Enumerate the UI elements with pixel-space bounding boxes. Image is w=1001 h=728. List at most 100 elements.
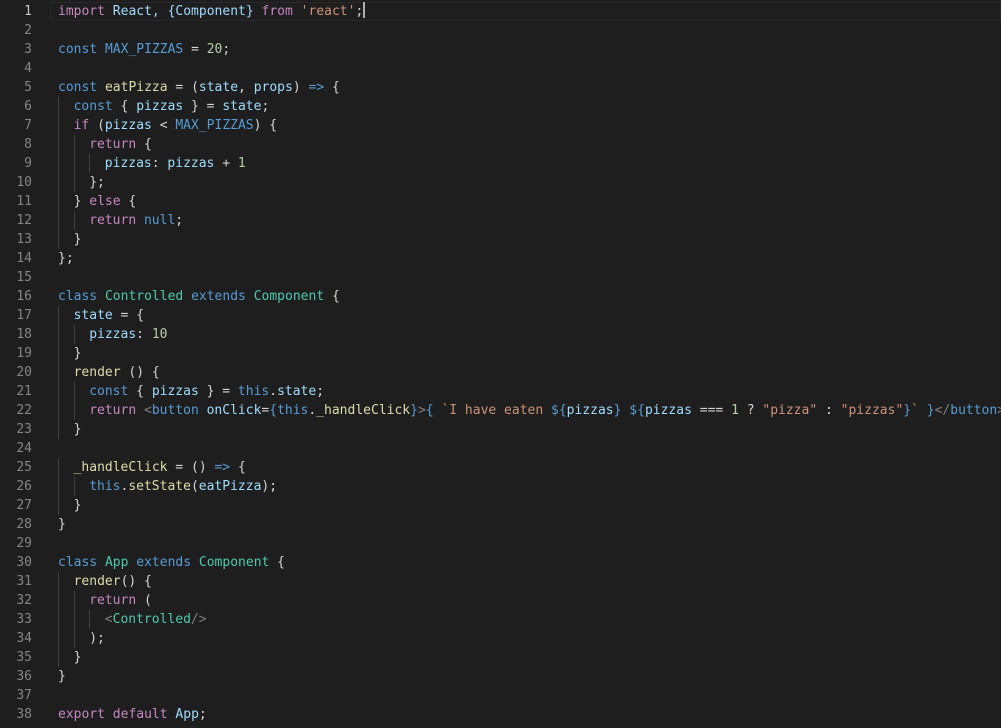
indent-guide xyxy=(73,610,75,629)
line-number: 33 xyxy=(16,612,32,627)
code-token: { xyxy=(136,137,152,152)
code-line[interactable]: 34); xyxy=(0,629,1001,648)
code-content: } xyxy=(74,648,82,667)
code-line[interactable]: 8 return { xyxy=(0,135,1001,154)
code-line[interactable]: 1 import React, {Component} from 'react'; xyxy=(0,2,1001,21)
code-content: }; xyxy=(89,173,105,192)
line-number: 6 xyxy=(24,99,32,114)
code-line[interactable]: 35} xyxy=(0,648,1001,667)
code-line[interactable]: 3 const MAX_PIZZAS = 20; xyxy=(0,40,1001,59)
line-number: 10 xyxy=(16,175,32,190)
indent-guide xyxy=(73,211,75,230)
code-token: 10 xyxy=(151,327,168,342)
code-content: state = { xyxy=(74,306,144,325)
line-number: 3 xyxy=(24,42,32,57)
code-line[interactable]: 32 return ( xyxy=(0,591,1001,610)
code-token: = { xyxy=(112,308,145,323)
code-line[interactable]: 7 if (pizzas < MAX_PIZZAS) { xyxy=(0,116,1001,135)
code-token: React, {Component} xyxy=(104,4,262,19)
code-token: "pizza" xyxy=(762,403,818,418)
code-line[interactable]: 18 pizzas: 10 xyxy=(0,325,1001,344)
code-line[interactable]: 10}; xyxy=(0,173,1001,192)
code-content: } xyxy=(74,230,82,249)
code-content: pizzas: 10 xyxy=(89,325,167,344)
code-content: const MAX_PIZZAS = 20; xyxy=(58,40,230,59)
code-line[interactable]: 30 class App extends Component { xyxy=(0,553,1001,572)
code-line[interactable]: 12 return null; xyxy=(0,211,1001,230)
code-token: : xyxy=(136,327,152,342)
code-line[interactable]: 20 render () { xyxy=(0,363,1001,382)
code-content: class Controlled extends Component { xyxy=(58,287,340,306)
code-token: </ xyxy=(934,403,951,418)
code-line[interactable]: 19} xyxy=(0,344,1001,363)
indent-guide xyxy=(58,154,59,173)
code-line[interactable]: 28} xyxy=(0,515,1001,534)
code-line[interactable]: 38 export default App; xyxy=(0,705,1001,724)
code-token: => xyxy=(308,80,325,95)
code-line[interactable]: 36} xyxy=(0,667,1001,686)
code-token: ` xyxy=(911,403,919,418)
code-line[interactable]: 27} xyxy=(0,496,1001,515)
code-line[interactable]: 22 return <button onClick={this._handleCl… xyxy=(0,401,1001,420)
indent-guide xyxy=(58,458,59,477)
indent-guide xyxy=(58,306,59,325)
code-content: return { xyxy=(89,135,152,154)
code-content: } xyxy=(74,496,82,515)
code-token: render xyxy=(73,574,121,589)
code-token: ; xyxy=(222,42,231,57)
code-token: state xyxy=(277,384,317,399)
line-number: 19 xyxy=(16,346,32,361)
code-line[interactable]: 31 render() { xyxy=(0,572,1001,591)
indent-guide xyxy=(58,135,59,154)
code-line[interactable]: 23} xyxy=(0,420,1001,439)
code-line[interactable]: 24 xyxy=(0,439,1001,458)
code-token: , xyxy=(238,80,254,95)
code-token: { xyxy=(128,384,152,399)
code-token: { xyxy=(324,80,340,95)
code-content: if (pizzas < MAX_PIZZAS) { xyxy=(74,116,278,135)
code-line[interactable]: 37 xyxy=(0,686,1001,705)
code-line[interactable]: 17 state = { xyxy=(0,306,1001,325)
code-line[interactable]: 9 pizzas: pizzas + 1 xyxy=(0,154,1001,173)
code-token: } xyxy=(926,403,935,418)
code-token: ; xyxy=(316,384,325,399)
indent-guide xyxy=(73,477,75,496)
code-token: } xyxy=(410,403,418,418)
code-content: import React, {Component} from 'react'; xyxy=(58,2,366,21)
code-token: }; xyxy=(58,251,74,266)
line-number: 34 xyxy=(16,631,32,646)
code-line[interactable]: 4 xyxy=(0,59,1001,78)
code-editor[interactable]: 1 import React, {Component} from 'react';… xyxy=(0,0,1001,728)
code-token: = ( xyxy=(167,80,199,95)
code-line[interactable]: 16 class Controlled extends Component { xyxy=(0,287,1001,306)
indent-guide xyxy=(58,211,59,230)
code-line[interactable]: 21 const { pizzas } = this.state; xyxy=(0,382,1001,401)
code-line[interactable]: 29 xyxy=(0,534,1001,553)
code-content: }; xyxy=(58,249,74,268)
code-line[interactable]: 11} else { xyxy=(0,192,1001,211)
code-line[interactable]: 6 const { pizzas } = state; xyxy=(0,97,1001,116)
code-token: pizzas xyxy=(644,403,692,418)
code-line[interactable]: 13} xyxy=(0,230,1001,249)
line-number: 1 xyxy=(24,4,32,19)
code-line[interactable]: 15 xyxy=(0,268,1001,287)
code-token: ( xyxy=(89,118,105,133)
code-line[interactable]: 14}; xyxy=(0,249,1001,268)
code-token: { xyxy=(112,99,137,114)
code-token: pizzas xyxy=(136,99,184,114)
code-line[interactable]: 25 _handleClick = () => { xyxy=(0,458,1001,477)
indent-guide xyxy=(58,116,59,135)
code-line[interactable]: 5 const eatPizza = (state, props) => { xyxy=(0,78,1001,97)
indent-guide xyxy=(73,591,75,610)
code-token: > xyxy=(997,403,1001,418)
code-token: const xyxy=(73,99,113,114)
code-line[interactable]: 2 xyxy=(0,21,1001,40)
code-line[interactable]: 33 <Controlled/> xyxy=(0,610,1001,629)
code-content: this.setState(eatPizza); xyxy=(89,477,277,496)
code-token: } xyxy=(903,403,912,418)
line-number: 17 xyxy=(16,308,32,323)
code-line[interactable]: 26 this.setState(eatPizza); xyxy=(0,477,1001,496)
line-number: 37 xyxy=(16,688,32,703)
